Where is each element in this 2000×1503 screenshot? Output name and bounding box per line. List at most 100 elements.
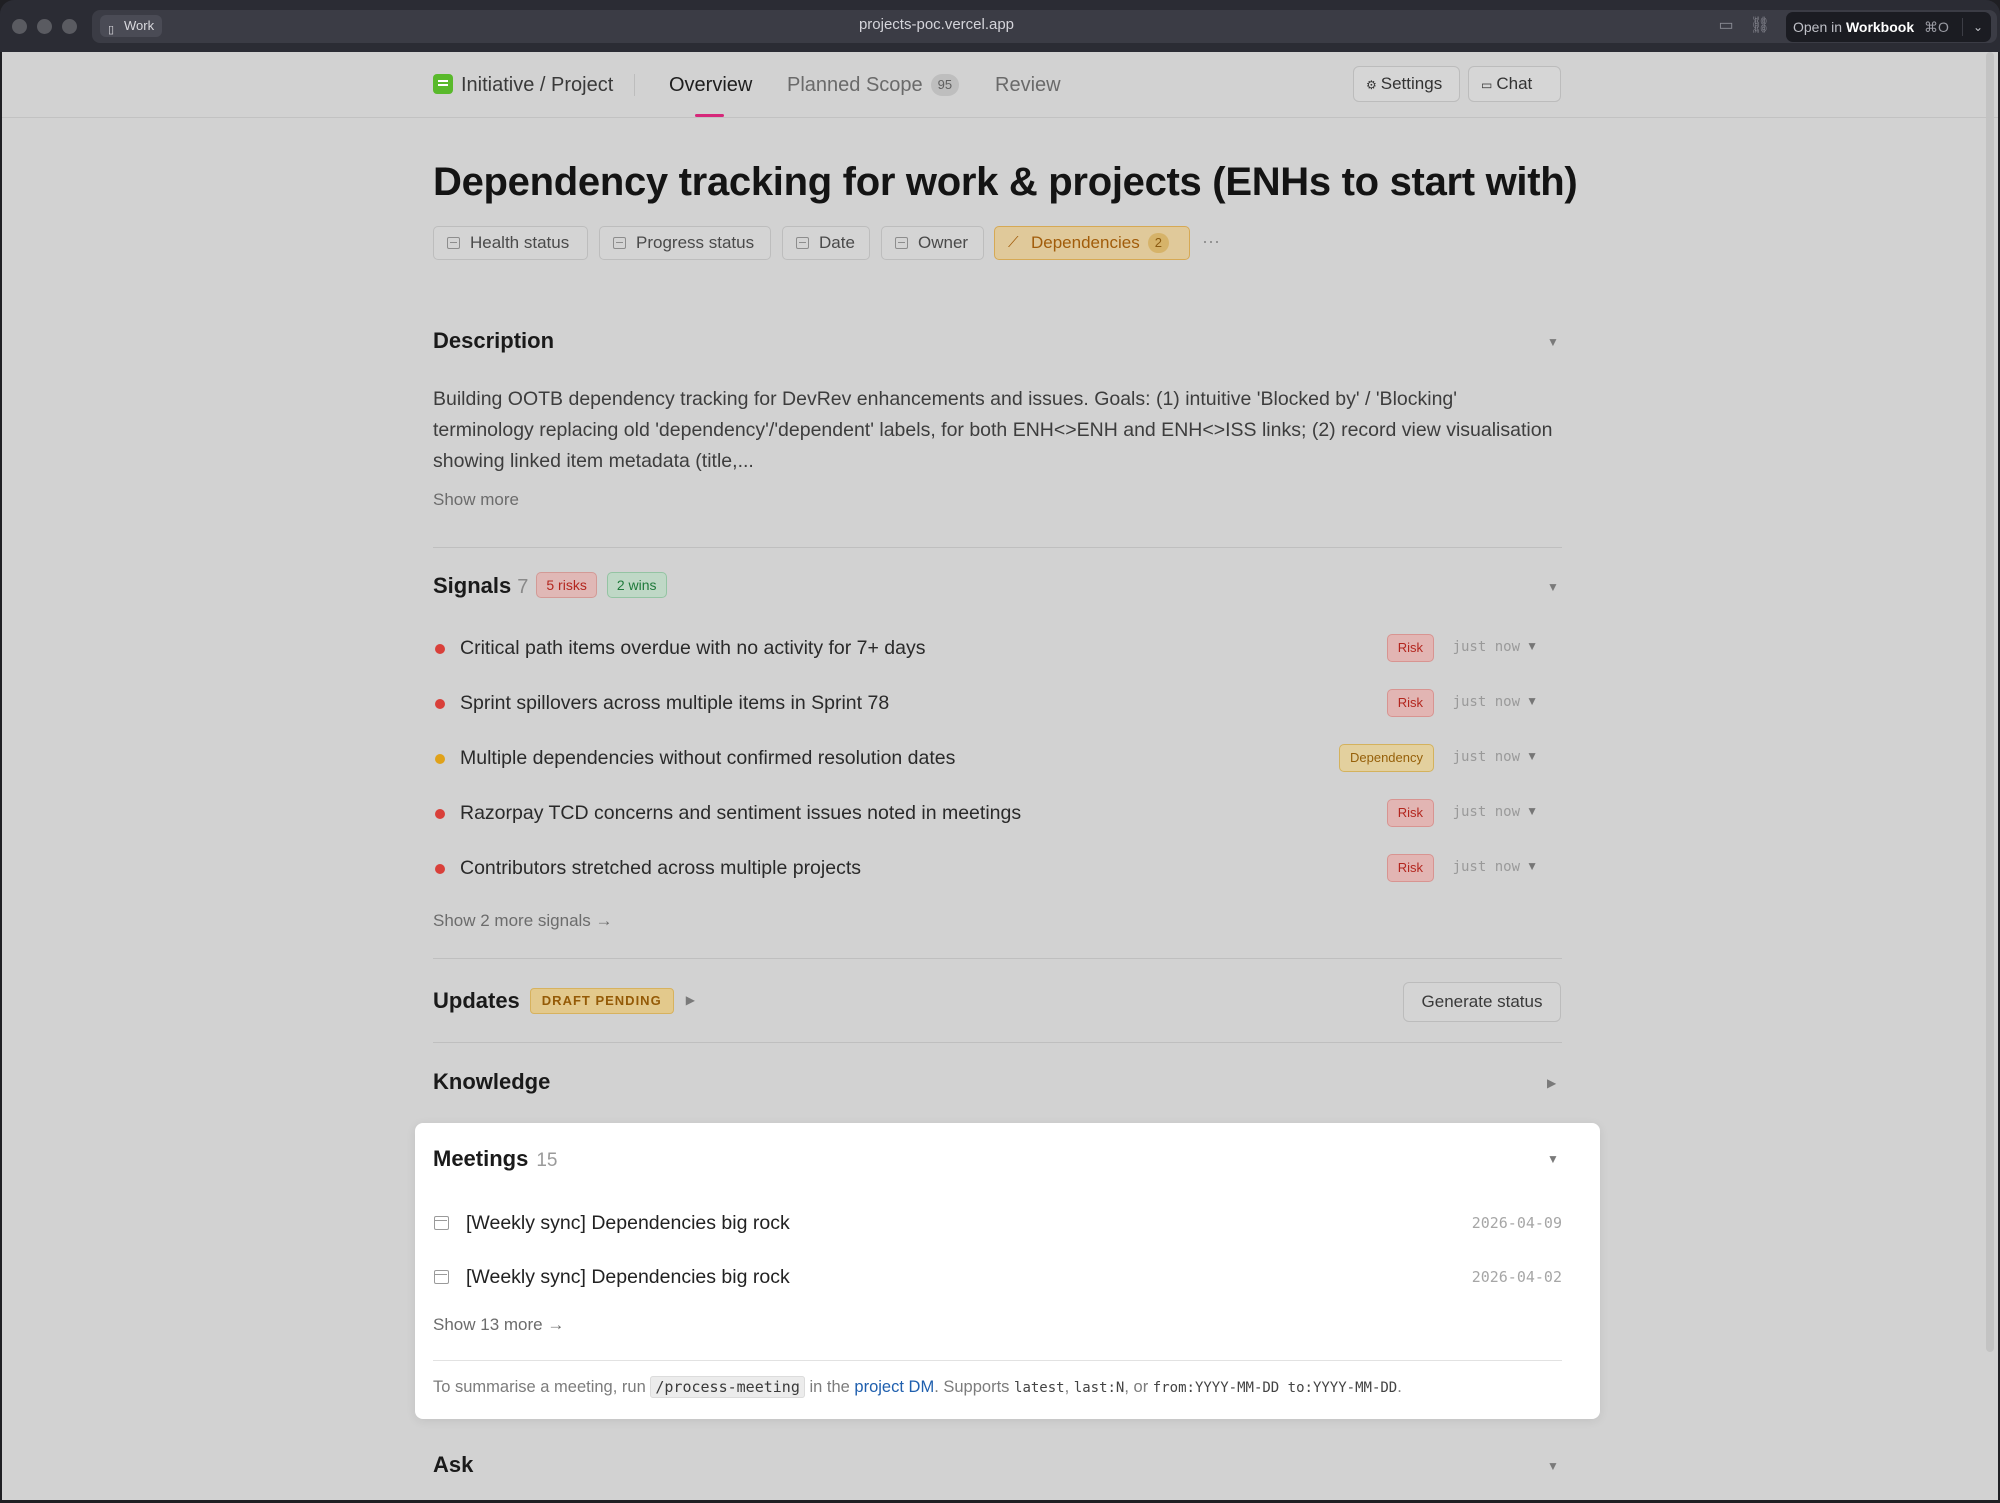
expand-caret-icon[interactable]: ▶ [1547, 1076, 1556, 1090]
section-divider [433, 1360, 1562, 1361]
cast-icon[interactable]: ▭ [1715, 15, 1737, 37]
signal-text: Sprint spillovers across multiple items … [460, 692, 890, 714]
url-text[interactable]: projects-poc.vercel.app [0, 16, 1873, 33]
signal-text: Multiple dependencies without confirmed … [460, 747, 956, 769]
expand-caret-icon[interactable]: ▼ [1526, 639, 1538, 653]
health-status-chip[interactable]: Health status [433, 226, 588, 260]
signal-time: just now [1452, 804, 1520, 820]
signal-row[interactable]: Razorpay TCD concerns and sentiment issu… [433, 799, 1562, 829]
meeting-title: [Weekly sync] Dependencies big rock [466, 1266, 790, 1288]
collapse-caret-icon[interactable]: ▼ [1547, 1459, 1559, 1473]
planned-scope-count-badge: 95 [930, 74, 960, 96]
meeting-item[interactable]: [Weekly sync] Dependencies big rock 2026… [433, 1210, 1562, 1238]
description-text: Building OOTB dependency tracking for De… [433, 388, 1553, 472]
expand-caret-icon[interactable]: ▼ [1526, 749, 1538, 763]
active-tab-indicator [695, 114, 724, 117]
tab-review[interactable]: Review [995, 74, 1061, 97]
option-last-n: last:N [1073, 1380, 1125, 1396]
signal-text: Contributors stretched across multiple p… [460, 857, 861, 879]
expand-caret-icon[interactable]: ▼ [1526, 694, 1538, 708]
meeting-date: 2026-04-09 [1471, 1214, 1562, 1232]
wins-badge: 2 wins [606, 572, 667, 598]
expand-caret-icon[interactable]: ▼ [1526, 804, 1538, 818]
hint-middle: in the [809, 1378, 850, 1396]
chip-label: Date [819, 233, 855, 252]
option-latest: latest [1014, 1380, 1065, 1396]
tab-overview[interactable]: Overview [669, 74, 752, 97]
risk-tag: Risk [1386, 634, 1434, 662]
show-more-signals-link[interactable]: Show 2 more signals → [433, 911, 613, 931]
signal-row[interactable]: Contributors stretched across multiple p… [433, 854, 1562, 884]
signal-text: Critical path items overdue with no acti… [460, 637, 926, 659]
chip-label: Dependencies [1031, 233, 1140, 252]
link-icon[interactable]: ⛓ [1749, 15, 1771, 37]
signals-title: Signals [433, 573, 512, 598]
project-logo-icon [433, 74, 453, 94]
risk-dot-icon [435, 864, 445, 874]
settings-label: Settings [1380, 74, 1443, 93]
risk-dot-icon [435, 809, 445, 819]
breadcrumb-text: Initiative / Project [461, 74, 614, 96]
chip-label: Health status [470, 233, 570, 252]
open-in-workbook-button[interactable]: Open in Workbook ⌘O ⌄ [1786, 12, 1991, 42]
calendar-icon [434, 1270, 449, 1284]
meeting-item[interactable]: [Weekly sync] Dependencies big rock 2026… [433, 1264, 1562, 1292]
meetings-heading[interactable]: Meetings 15 [433, 1146, 558, 1172]
tab-planned-scope[interactable]: Planned Scope 95 [787, 74, 960, 97]
description-heading[interactable]: Description [433, 328, 554, 354]
updates-title: Updates [433, 988, 520, 1013]
expand-caret-icon[interactable]: ▶ [686, 993, 695, 1007]
date-chip[interactable]: Date [782, 226, 870, 260]
chat-button[interactable]: ▭ Chat [1468, 66, 1561, 102]
meetings-title: Meetings [433, 1146, 529, 1171]
more-options-icon[interactable]: ··· [1202, 226, 1220, 256]
scrollbar[interactable] [1986, 52, 1994, 1352]
ask-heading[interactable]: Ask [433, 1452, 473, 1478]
section-divider [433, 958, 1562, 959]
show-more-meetings-link[interactable]: Show 13 more → [433, 1315, 564, 1335]
updates-heading[interactable]: Updates DRAFT PENDING ▶ [433, 988, 695, 1014]
field-icon [447, 237, 460, 249]
generate-status-button[interactable]: Generate status [1403, 982, 1561, 1022]
top-nav: Initiative / Project Overview Planned Sc… [2, 52, 1998, 118]
hint-sep: , or [1124, 1378, 1149, 1396]
meeting-title: [Weekly sync] Dependencies big rock [466, 1212, 790, 1234]
show-more-link[interactable]: Show more [433, 490, 519, 510]
owner-chip[interactable]: Owner [881, 226, 984, 260]
signal-row[interactable]: Sprint spillovers across multiple items … [433, 689, 1562, 719]
progress-status-chip[interactable]: Progress status [599, 226, 771, 260]
risk-tag: Risk [1386, 854, 1434, 882]
signals-heading[interactable]: Signals 7 5 risks 2 wins [433, 572, 667, 599]
knowledge-heading[interactable]: Knowledge [433, 1069, 550, 1095]
meeting-hint-text: To summarise a meeting, run /process-mee… [433, 1376, 1402, 1398]
open-in-app-name: Workbook [1845, 19, 1915, 35]
collapse-caret-icon[interactable]: ▼ [1547, 335, 1559, 349]
settings-button[interactable]: ⚙ Settings [1353, 66, 1460, 102]
risk-dot-icon [435, 699, 445, 709]
expand-caret-icon[interactable]: ▼ [1526, 859, 1538, 873]
tab-planned-scope-label: Planned Scope [787, 74, 923, 96]
hint-end: . [1397, 1378, 1402, 1396]
risks-badge: 5 risks [536, 572, 597, 598]
field-icon [613, 237, 626, 249]
divider [634, 74, 635, 96]
page: Initiative / Project Overview Planned Sc… [2, 52, 1998, 1500]
signal-row[interactable]: Critical path items overdue with no acti… [433, 634, 1562, 664]
chevron-down-icon[interactable]: ⌄ [1973, 12, 1983, 42]
project-dm-link[interactable]: project DM [854, 1378, 934, 1396]
collapse-caret-icon[interactable]: ▼ [1547, 1152, 1559, 1166]
hint-supports: . Supports [934, 1378, 1010, 1396]
section-divider [433, 1042, 1562, 1043]
chip-label: Progress status [636, 233, 755, 252]
collapse-caret-icon[interactable]: ▼ [1547, 580, 1559, 594]
dependencies-chip[interactable]: ⟋ Dependencies 2 [994, 226, 1190, 260]
signal-row[interactable]: Multiple dependencies without confirmed … [433, 744, 1562, 774]
gear-icon: ⚙ [1366, 78, 1377, 92]
meeting-date: 2026-04-02 [1471, 1268, 1562, 1286]
calendar-icon [434, 1216, 449, 1230]
page-title: Dependency tracking for work & projects … [433, 160, 1578, 204]
breadcrumb[interactable]: Initiative / Project [433, 74, 613, 97]
dependency-dot-icon [435, 754, 445, 764]
draft-pending-badge: DRAFT PENDING [529, 988, 674, 1014]
risk-tag: Risk [1386, 689, 1434, 717]
